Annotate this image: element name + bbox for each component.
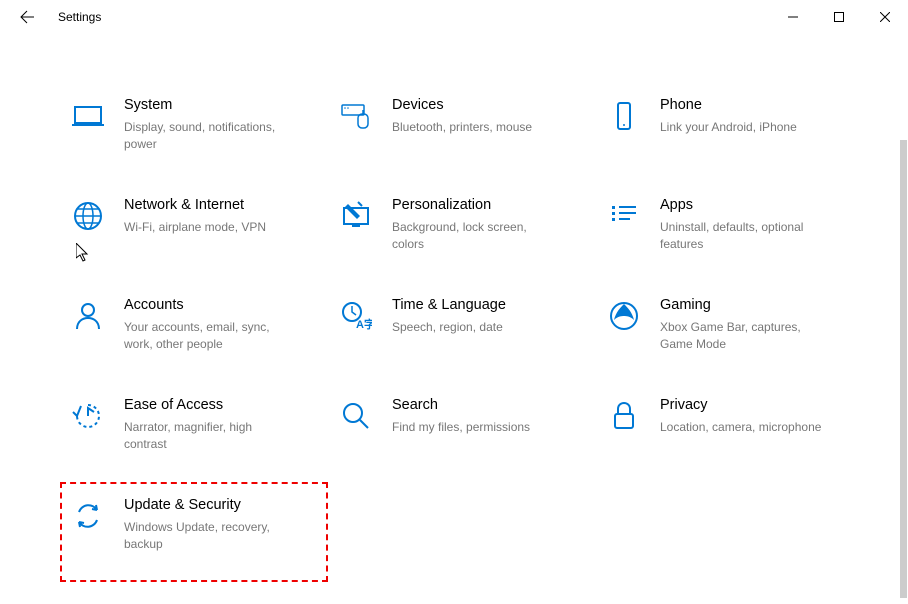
tile-update-security[interactable]: Update & Security Windows Update, recove… [60,482,328,582]
tile-system[interactable]: System Display, sound, notifications, po… [60,82,328,182]
time-language-icon: A字 [338,298,374,334]
tile-phone[interactable]: Phone Link your Android, iPhone [596,82,864,182]
tile-ease-of-access[interactable]: Ease of Access Narrator, magnifier, high… [60,382,328,482]
accounts-icon [70,298,106,334]
ease-of-access-icon [70,398,106,434]
scrollbar[interactable] [900,140,907,598]
tile-time-language[interactable]: A字 Time & Language Speech, region, date [328,282,596,382]
tile-desc: Bluetooth, printers, mouse [392,119,562,136]
window-title: Settings [58,10,101,24]
phone-icon [606,98,642,134]
tile-title: Accounts [124,296,310,315]
tile-desc: Link your Android, iPhone [660,119,830,136]
search-icon [338,398,374,434]
apps-icon [606,198,642,234]
tile-search[interactable]: Search Find my files, permissions [328,382,596,482]
close-icon [880,12,890,22]
tile-desc: Windows Update, recovery, backup [124,519,294,553]
tile-privacy[interactable]: Privacy Location, camera, microphone [596,382,864,482]
tile-apps[interactable]: Apps Uninstall, defaults, optional featu… [596,182,864,282]
tile-network[interactable]: Network & Internet Wi-Fi, airplane mode,… [60,182,328,282]
privacy-icon [606,398,642,434]
maximize-button[interactable] [816,2,862,32]
settings-grid: System Display, sound, notifications, po… [0,70,908,582]
tile-devices[interactable]: Devices Bluetooth, printers, mouse [328,82,596,182]
devices-icon [338,98,374,134]
close-button[interactable] [862,2,908,32]
tile-desc: Your accounts, email, sync, work, other … [124,319,294,353]
tile-title: Privacy [660,396,846,415]
tile-desc: Uninstall, defaults, optional features [660,219,830,253]
titlebar: Settings [0,0,908,34]
back-button[interactable] [12,2,42,32]
tile-gaming[interactable]: Gaming Xbox Game Bar, captures, Game Mod… [596,282,864,382]
tile-title: Time & Language [392,296,578,315]
tile-desc: Location, camera, microphone [660,419,830,436]
tile-desc: Display, sound, notifications, power [124,119,294,153]
tile-title: Search [392,396,578,415]
settings-content: System Display, sound, notifications, po… [0,70,908,604]
arrow-left-icon [19,9,35,25]
tile-title: Personalization [392,196,578,215]
tile-desc: Speech, region, date [392,319,562,336]
minimize-icon [788,12,798,22]
system-icon [70,98,106,134]
tile-title: Gaming [660,296,846,315]
tile-title: Devices [392,96,578,115]
tile-desc: Background, lock screen, colors [392,219,562,253]
maximize-icon [834,12,844,22]
gaming-icon [606,298,642,334]
tile-title: Phone [660,96,846,115]
network-icon [70,198,106,234]
tile-title: Apps [660,196,846,215]
tile-desc: Wi-Fi, airplane mode, VPN [124,219,294,236]
tile-desc: Xbox Game Bar, captures, Game Mode [660,319,830,353]
tile-title: System [124,96,310,115]
tile-title: Ease of Access [124,396,310,415]
window-controls [770,2,908,32]
svg-text:A字: A字 [356,317,372,331]
update-security-icon [70,498,106,534]
tile-desc: Narrator, magnifier, high contrast [124,419,294,453]
minimize-button[interactable] [770,2,816,32]
tile-title: Update & Security [124,496,310,515]
tile-desc: Find my files, permissions [392,419,562,436]
personalization-icon [338,198,374,234]
tile-accounts[interactable]: Accounts Your accounts, email, sync, wor… [60,282,328,382]
tile-personalization[interactable]: Personalization Background, lock screen,… [328,182,596,282]
tile-title: Network & Internet [124,196,310,215]
